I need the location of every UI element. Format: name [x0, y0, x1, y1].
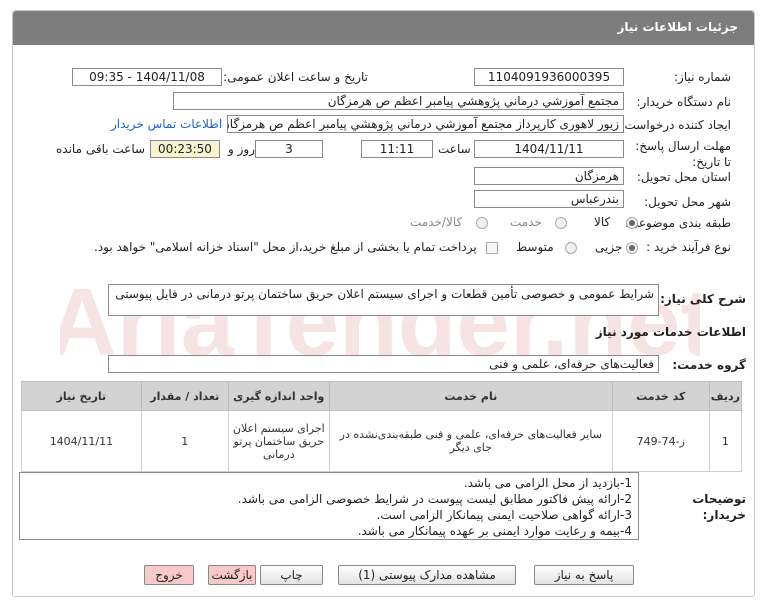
buyer-org-field: مجتمع آموزشي درماني پژوهشي پيامبر اعظم ص… [173, 92, 624, 110]
services-table: ردیف کد خدمت نام خدمت واحد اندازه گیری ت… [21, 381, 743, 472]
cell-unit: اجرای سیستم اعلان حریق ساختمان پرتو درما… [227, 410, 330, 472]
treasury-note: پرداخت تمام یا بخشی از مبلغ خرید،از محل … [94, 240, 477, 254]
services-section-title: اطلاعات خدمات مورد نیاز [595, 325, 746, 339]
back-button[interactable]: بازگشت [208, 565, 256, 585]
province-label: استان محل تحویل: [636, 170, 731, 184]
deadline-time-label: ساعت [438, 142, 471, 156]
cell-name: سایر فعالیت‌های حرفه‌ای، علمی و فنی طبقه… [328, 410, 613, 472]
purchase-type-radio-medium[interactable] [565, 242, 577, 254]
category-label: طبقه بندی موضوعی: [624, 216, 731, 230]
col-header-qty: تعداد / مقدار [140, 381, 229, 411]
category-radio-service[interactable] [555, 217, 567, 229]
buyer-notes-textarea[interactable]: 1-بازدید از محل الزامی می باشد. 2-ارائه … [19, 472, 639, 540]
purchase-type-radio-minor[interactable] [626, 242, 638, 254]
buyer-note-line: 2-ارائه پیش فاکتور مطابق لیست پیوست در ش… [237, 492, 632, 506]
need-number-field: 1104091936000395 [474, 68, 624, 86]
announce-field: 1404/11/08 - 09:35 [72, 68, 222, 86]
category-radio-goods[interactable] [626, 217, 638, 229]
remaining-time-label: ساعت باقی مانده [56, 142, 146, 156]
service-group-label: گروه خدمت: [672, 358, 746, 372]
col-header-code: کد خدمت [611, 381, 710, 411]
page-title: جزئیات اطلاعات نیاز [617, 20, 738, 34]
buyer-notes-label: توضیحات خریدار: [692, 492, 746, 522]
remaining-time-field: 00:23:50 [150, 140, 220, 158]
description-label: شرح کلی نیاز: [660, 292, 746, 306]
cell-code: ز-74-749 [611, 410, 710, 472]
col-header-name: نام خدمت [328, 381, 613, 411]
reply-button[interactable]: پاسخ به نیاز [534, 565, 634, 585]
cell-qty: 1 [140, 410, 229, 472]
table-row: 1 ز-74-749 سایر فعالیت‌های حرفه‌ای، علمی… [21, 410, 743, 472]
purchase-type-option-minor: جزیی [595, 240, 623, 254]
category-option-goods: کالا [594, 215, 611, 229]
view-attachments-button[interactable]: مشاهده مدارک پیوستی (1) [338, 565, 516, 585]
requester-field: زیور لاهوری کارپرداز مجتمع آموزشي درماني… [227, 115, 624, 133]
city-field: بندرعباس [474, 190, 624, 208]
category-radio-goods-service[interactable] [476, 217, 488, 229]
buyer-contact-link[interactable]: اطلاعات تماس خریدار [111, 117, 222, 131]
cell-date: 1404/11/11 [21, 410, 142, 472]
deadline-date-field: 1404/11/11 [474, 140, 624, 158]
col-header-date: تاریخ نیاز [21, 381, 142, 411]
cell-row: 1 [708, 410, 743, 472]
category-option-service: خدمت [510, 215, 542, 229]
print-button[interactable]: چاپ [260, 565, 323, 585]
deadline-label: مهلت ارسال پاسخ: تا تاریخ: [635, 139, 731, 169]
city-label: شهر محل تحویل: [644, 195, 731, 209]
buyer-note-line: 1-بازدید از محل الزامی می باشد. [463, 476, 632, 490]
buyer-note-line: 3-ارائه گواهی صلاحیت ایمنی پیمانکار الزا… [376, 508, 632, 522]
category-option-goods-service: کالا/خدمت [410, 215, 463, 229]
buyer-org-label: نام دستگاه خریدار: [636, 95, 732, 109]
col-header-unit: واحد اندازه گیری [227, 381, 330, 411]
col-header-row: ردیف [708, 381, 743, 411]
description-field: شرایط عمومی و خصوصی تأمین قطعات و اجرای … [108, 284, 659, 316]
days-field: 3 [255, 140, 323, 158]
need-number-label: شماره نیاز: [674, 70, 731, 84]
exit-button[interactable]: خروج [144, 565, 194, 585]
deadline-time-field: 11:11 [361, 140, 433, 158]
purchase-type-option-medium: متوسط [516, 240, 554, 254]
announce-label: تاریخ و ساعت اعلان عمومی: [223, 70, 368, 84]
treasury-checkbox[interactable] [486, 242, 498, 254]
buyer-note-line: 4-بیمه و رعایت موارد ایمنی بر عهده پیمان… [357, 524, 632, 538]
requester-label: ایجاد کننده درخواست: [620, 118, 731, 132]
purchase-type-label: نوع فرآیند خرید : [646, 240, 731, 254]
province-field: هرمزگان [474, 167, 624, 185]
days-label: روز و [228, 142, 255, 156]
title-bar: جزئیات اطلاعات نیاز [13, 11, 754, 45]
service-group-field: فعالیت‌های حرفه‌ای، علمی و فنی [108, 355, 659, 373]
